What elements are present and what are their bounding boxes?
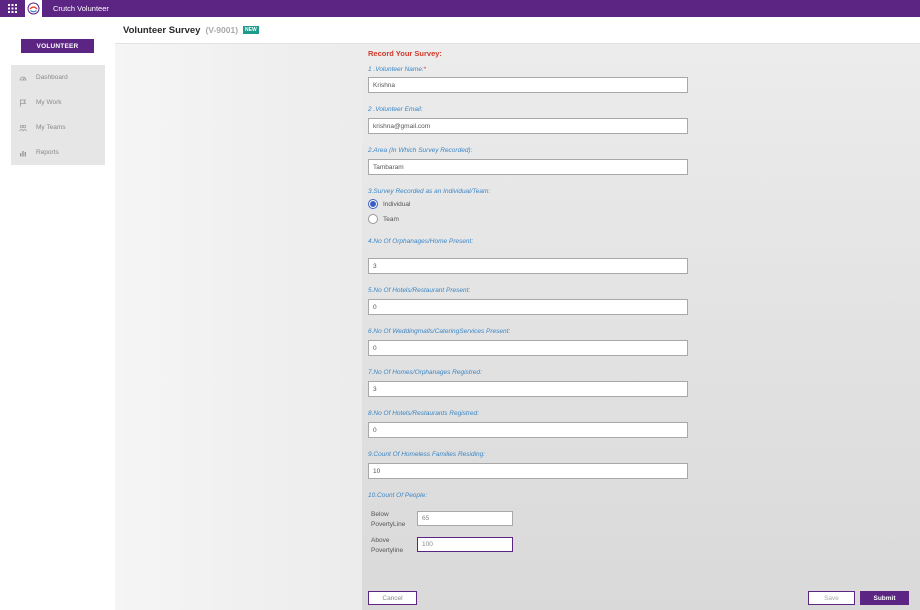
radio-individual-control[interactable] bbox=[368, 199, 378, 209]
above-poverty-input[interactable] bbox=[417, 537, 513, 552]
hotels-registered-label: 8.No Of Hotels/Restaurants Registred: bbox=[368, 410, 479, 417]
save-button[interactable]: Save bbox=[808, 591, 855, 605]
weddingmalls-present-input[interactable] bbox=[368, 340, 688, 356]
survey-mode-label: 3.Survey Recorded as an Individual/Team: bbox=[368, 188, 491, 195]
app-logo-icon[interactable] bbox=[25, 0, 42, 17]
hotels-present-input[interactable] bbox=[368, 299, 688, 315]
new-badge: NEW bbox=[243, 26, 259, 34]
volunteer-name-label-text: 1 .Volunteer Name: bbox=[368, 66, 424, 73]
flag-icon bbox=[20, 99, 27, 106]
sidebar-item-label: My Teams bbox=[36, 124, 66, 131]
volunteer-role-button[interactable]: VOLUNTEER bbox=[21, 39, 94, 53]
count-of-people-label: 10.Count Of People: bbox=[368, 492, 427, 499]
homeless-families-label: 9.Count Of Homeless Families Residing: bbox=[368, 451, 486, 458]
above-poverty-label-line2: Povertyline bbox=[371, 547, 404, 554]
radio-individual-label: Individual bbox=[383, 200, 411, 208]
sidebar: VOLUNTEER Dashboard My Work My Teams Rep… bbox=[0, 17, 115, 610]
homes-registered-label: 7.No Of Homes/Orphanages Registred: bbox=[368, 369, 482, 376]
sidebar-item-label: My Work bbox=[36, 99, 62, 106]
team-icon bbox=[19, 124, 27, 132]
survey-form: Record Your Survey: 1 .Volunteer Name:* … bbox=[362, 44, 920, 610]
sidebar-item-label: Reports bbox=[36, 149, 59, 156]
main-content: Record Your Survey: 1 .Volunteer Name:* … bbox=[115, 44, 920, 610]
below-poverty-label: Below PovertyLine bbox=[371, 510, 405, 530]
form-heading: Record Your Survey: bbox=[368, 49, 442, 58]
page-title: Volunteer Survey bbox=[123, 24, 201, 36]
sidebar-item-my-teams[interactable]: My Teams bbox=[11, 115, 105, 140]
radio-team-control[interactable] bbox=[368, 214, 378, 224]
weddingmalls-present-label: 6.No Of Weddingmalls/CateringServices Pr… bbox=[368, 328, 511, 335]
hotels-present-label: 5.No Of Hotels/Restaurant Present: bbox=[368, 287, 471, 294]
radio-individual[interactable]: Individual bbox=[368, 199, 410, 209]
sidebar-nav: Dashboard My Work My Teams Reports bbox=[11, 65, 105, 165]
sidebar-item-dashboard[interactable]: Dashboard bbox=[11, 65, 105, 90]
sidebar-item-my-work[interactable]: My Work bbox=[11, 90, 105, 115]
dashboard-icon bbox=[19, 76, 27, 80]
area-input[interactable] bbox=[368, 159, 688, 175]
below-poverty-label-line1: Below bbox=[371, 511, 389, 518]
orphanages-present-label: 4.No Of Orphanages/Home Present: bbox=[368, 238, 474, 245]
volunteer-email-input[interactable] bbox=[368, 118, 688, 134]
radio-team-label: Team bbox=[383, 215, 399, 223]
volunteer-email-label: 2 .Volunteer Email: bbox=[368, 106, 423, 113]
above-poverty-label-line1: Above bbox=[371, 537, 390, 544]
app-title: Crutch Volunteer bbox=[53, 4, 109, 13]
below-poverty-label-line2: PovertyLine bbox=[371, 521, 406, 528]
submit-button[interactable]: Submit bbox=[860, 591, 909, 605]
sidebar-item-reports[interactable]: Reports bbox=[11, 140, 105, 165]
apps-grid-icon[interactable] bbox=[0, 0, 25, 17]
cancel-button[interactable]: Cancel bbox=[368, 591, 417, 605]
top-bar: Crutch Volunteer bbox=[0, 0, 920, 17]
homeless-families-input[interactable] bbox=[368, 463, 688, 479]
required-mark: * bbox=[423, 66, 427, 73]
page-code: (V-9001) bbox=[205, 25, 239, 35]
orphanages-present-input[interactable] bbox=[368, 258, 688, 274]
below-poverty-input[interactable] bbox=[417, 511, 513, 526]
sidebar-item-label: Dashboard bbox=[36, 74, 68, 81]
homes-registered-input[interactable] bbox=[368, 381, 688, 397]
above-poverty-label: Above Povertyline bbox=[371, 536, 403, 556]
page-header: Volunteer Survey (V-9001) NEW bbox=[115, 17, 920, 44]
radio-team[interactable]: Team bbox=[368, 214, 399, 224]
area-label: 2.Area (In Which Survey Recorded): bbox=[368, 147, 473, 154]
hotels-registered-input[interactable] bbox=[368, 422, 688, 438]
volunteer-name-label: 1 .Volunteer Name:* bbox=[368, 66, 426, 73]
volunteer-name-input[interactable] bbox=[368, 77, 688, 93]
bar-chart-icon bbox=[20, 150, 26, 156]
